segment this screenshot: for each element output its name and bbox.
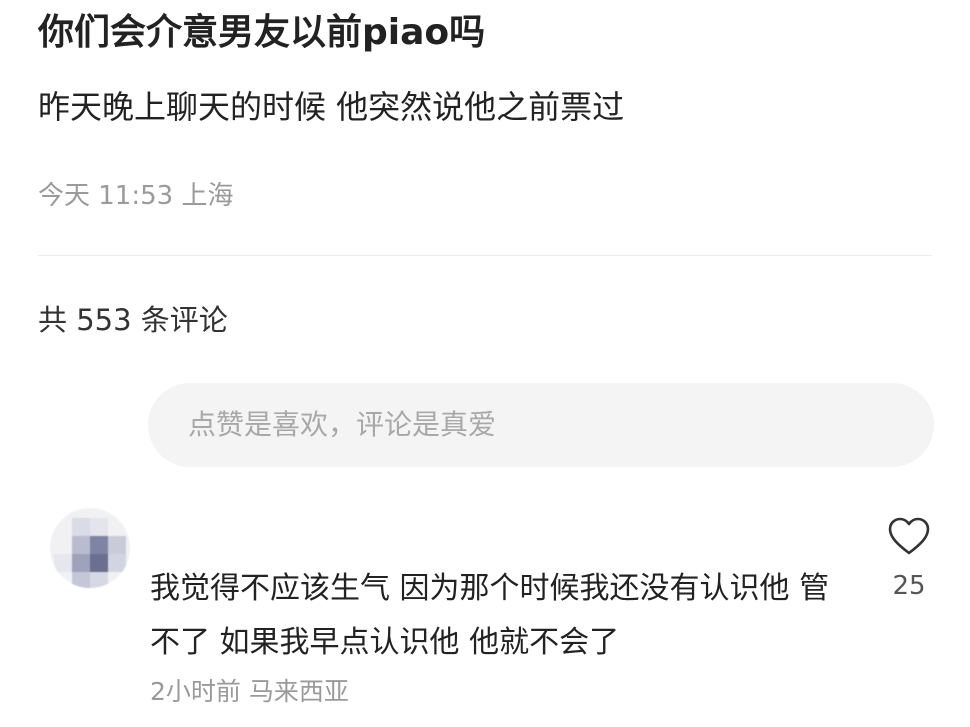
post-meta: 今天 11:53 上海 [38,181,234,211]
comment-input-placeholder: 点赞是喜欢，评论是真爱 [188,408,497,441]
avatar[interactable] [50,508,130,588]
comment-meta: 2小时前 马来西亚 [150,677,349,706]
like-count: 25 [892,571,926,601]
divider [38,255,932,256]
post-body: 昨天晚上聊天的时候 他突然说他之前票过 [38,88,625,126]
post-title: 你们会介意男友以前piao吗 [38,12,486,53]
comment-text: 我觉得不应该生气 因为那个时候我还没有认识他 管不了 如果我早点认识他 他就不会… [150,571,830,660]
comment-input[interactable]: 点赞是喜欢，评论是真爱 [148,383,934,467]
comment-count: 共 553 条评论 [38,303,228,337]
heart-icon[interactable] [887,516,931,556]
